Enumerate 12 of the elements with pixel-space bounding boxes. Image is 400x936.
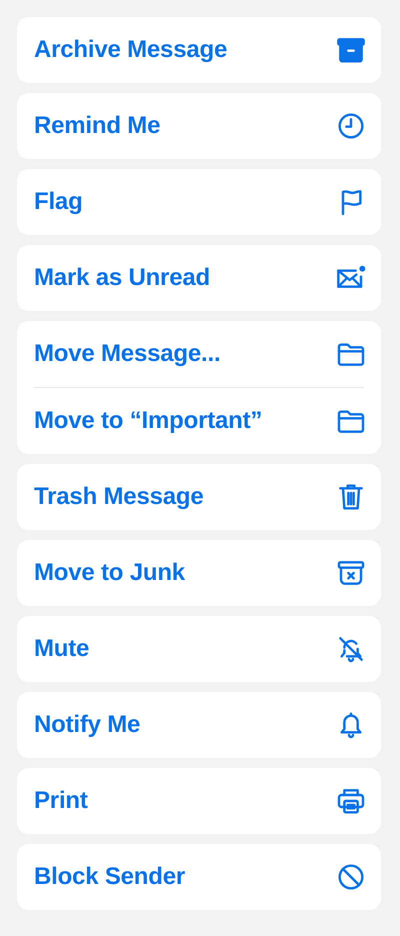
menu-item[interactable]: Print: [17, 768, 381, 834]
menu-item[interactable]: Archive Message: [17, 17, 381, 83]
menu-item[interactable]: Mark as Unread: [17, 245, 381, 311]
menu-item[interactable]: Move to “Important”: [17, 388, 381, 454]
menu-item[interactable]: Notify Me: [17, 692, 381, 758]
menu-item[interactable]: Mute: [17, 616, 381, 682]
menu-item[interactable]: Remind Me: [17, 93, 381, 159]
menu-item[interactable]: Flag: [17, 169, 381, 235]
menu-item[interactable]: Trash Message: [17, 464, 381, 530]
menu-item[interactable]: Move Message...: [17, 321, 381, 387]
menu-item[interactable]: Move to Junk: [17, 540, 381, 606]
menu-item[interactable]: Block Sender: [17, 844, 381, 910]
